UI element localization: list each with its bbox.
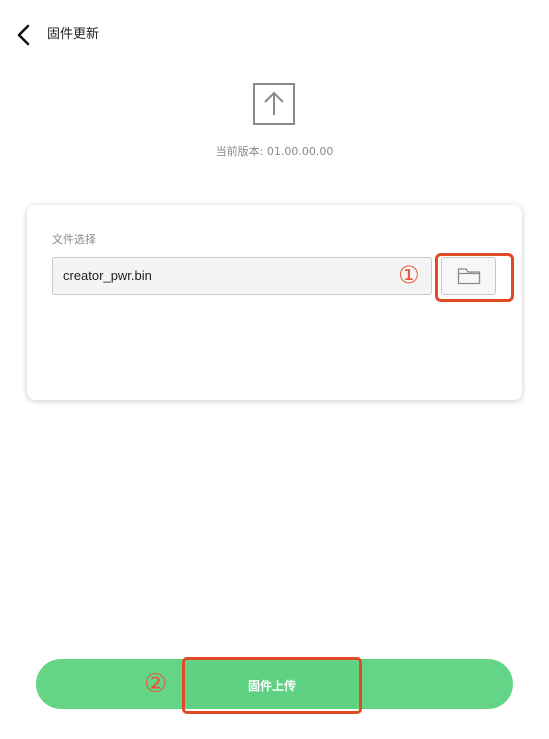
header: 固件更新 — [0, 0, 549, 70]
page-title: 固件更新 — [47, 27, 100, 42]
back-button[interactable] — [8, 20, 38, 50]
current-version: 当前版本: 01.00.00.00 — [0, 144, 549, 160]
current-version-value: 01.00.00.00 — [266, 145, 334, 158]
browse-file-button[interactable] — [441, 257, 496, 295]
folder-icon — [457, 268, 480, 285]
file-select-label: 文件选择 — [52, 233, 96, 246]
current-version-label: 当前版本: — [215, 145, 264, 158]
annotation-marker-2: ② — [144, 669, 168, 699]
file-path-input[interactable]: creator_pwr.bin — [52, 257, 432, 295]
upload-arrow-icon — [253, 83, 295, 125]
chevron-left-icon — [17, 24, 30, 46]
firmware-upload-button[interactable]: 固件上传 — [187, 662, 357, 709]
annotation-marker-1: ① — [398, 261, 420, 289]
file-select-card: 文件选择 creator_pwr.bin ① — [27, 205, 522, 400]
